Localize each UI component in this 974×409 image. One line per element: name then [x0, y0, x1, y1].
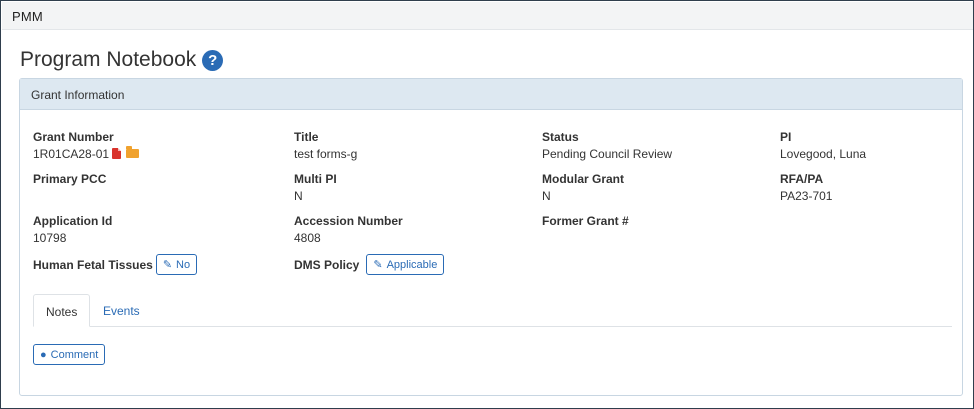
primary-pcc-field: Primary PCC — [33, 172, 106, 189]
human-fetal-tissues-field: Human Fetal Tissues ✎ No — [33, 254, 198, 275]
status-field: Status Pending Council Review — [542, 130, 672, 161]
grant-number-field: Grant Number 1R01CA28-01 — [33, 130, 140, 161]
modular-grant-field: Modular Grant N — [542, 172, 624, 203]
pi-value: Lovegood, Luna — [780, 147, 867, 161]
pencil-icon: ✎ — [162, 259, 173, 271]
modular-grant-value: N — [542, 189, 551, 203]
human-fetal-tissues-button-label: No — [176, 258, 191, 271]
rfa-pa-value: PA23-701 — [780, 189, 833, 203]
help-icon[interactable]: ? — [202, 49, 224, 71]
pi-field: PI Lovegood, Luna — [780, 130, 866, 161]
rfa-pa-field: RFA/PA PA23-701 — [780, 172, 832, 203]
title-label: Title — [294, 130, 319, 144]
pencil-icon: ✎ — [373, 259, 383, 271]
multi-pi-value: N — [294, 189, 303, 203]
dms-policy-field: DMS Policy ✎ Applicable — [294, 254, 445, 275]
application-id-field: Application Id 10798 — [33, 214, 112, 245]
pi-label: PI — [780, 130, 792, 144]
grant-information-panel: Grant Information Grant Number 1R01CA28-… — [19, 78, 963, 396]
title-value: test forms-g — [294, 147, 358, 161]
top-bar: PMM — [2, 2, 973, 30]
human-fetal-tissues-label: Human Fetal Tissues — [33, 257, 153, 272]
status-label: Status — [542, 130, 579, 144]
grant-number-value-row: 1R01CA28-01 — [33, 146, 140, 161]
app-window: PMM Program Notebook ? Grant Information… — [0, 0, 974, 409]
tab-events[interactable]: Events — [91, 294, 152, 327]
app-name: PMM — [12, 9, 43, 24]
dms-policy-button[interactable]: ✎ Applicable — [366, 254, 445, 275]
former-grant-label: Former Grant # — [542, 214, 629, 228]
rfa-pa-label: RFA/PA — [780, 172, 824, 186]
title-field: Title test forms-g — [294, 130, 357, 161]
comment-icon: ● — [40, 348, 47, 361]
accession-number-value: 4808 — [294, 231, 321, 245]
modular-grant-label: Modular Grant — [542, 172, 625, 186]
tab-bar: Notes Events — [33, 294, 952, 327]
primary-pcc-label: Primary PCC — [33, 172, 107, 186]
pdf-icon[interactable] — [112, 148, 122, 159]
tab-notes[interactable]: Notes — [33, 294, 90, 327]
comment-button-label: Comment — [50, 348, 99, 361]
former-grant-field: Former Grant # — [542, 214, 629, 231]
dms-policy-label: DMS Policy — [294, 257, 360, 272]
grant-number-label: Grant Number — [33, 130, 114, 144]
panel-heading: Grant Information — [20, 79, 962, 110]
accession-number-field: Accession Number 4808 — [294, 214, 403, 245]
accession-number-label: Accession Number — [294, 214, 403, 228]
dms-policy-button-label: Applicable — [386, 258, 438, 271]
grant-number-value: 1R01CA28-01 — [33, 147, 110, 161]
application-id-label: Application Id — [33, 214, 113, 228]
human-fetal-tissues-button[interactable]: ✎ No — [155, 254, 198, 275]
comment-button[interactable]: ● Comment — [33, 344, 106, 365]
page-title: Program Notebook — [20, 48, 197, 71]
application-id-value: 10798 — [33, 231, 67, 245]
multi-pi-label: Multi PI — [294, 172, 337, 186]
status-value: Pending Council Review — [542, 147, 673, 161]
multi-pi-field: Multi PI N — [294, 172, 337, 203]
folder-icon[interactable] — [126, 146, 140, 158]
page-title-row: Program Notebook ? — [20, 46, 224, 74]
